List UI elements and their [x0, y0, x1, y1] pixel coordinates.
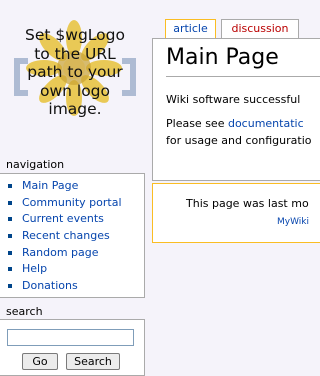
- content-text: Please see documentatic: [166, 115, 304, 133]
- sidebar-item-label[interactable]: Help: [22, 262, 47, 275]
- logo-text-line: Set $wgLogo: [25, 26, 125, 44]
- sidebar-item-main-page[interactable]: Main Page: [0, 178, 144, 195]
- go-button[interactable]: Go: [22, 353, 58, 370]
- search-portlet: Go Search: [0, 319, 145, 376]
- sidebar-item-current-events[interactable]: Current events: [0, 211, 144, 228]
- sidebar-item-label[interactable]: Random page: [22, 246, 99, 259]
- content-text-prefix: Please see: [166, 117, 228, 130]
- navigation-portlet: Main Page Community portal Current event…: [0, 173, 145, 298]
- documentation-link[interactable]: documentatic: [228, 117, 304, 130]
- search-title: search: [6, 305, 43, 318]
- bullet-icon: [8, 284, 12, 289]
- sidebar-item-help[interactable]: Help: [0, 261, 144, 278]
- logo-text: Set $wgLogo to the URL path to your own …: [4, 26, 146, 119]
- tab-article[interactable]: article: [165, 19, 216, 39]
- navigation-list: Main Page Community portal Current event…: [0, 178, 144, 295]
- sidebar-item-label[interactable]: Donations: [22, 279, 78, 292]
- sidebar-item-random-page[interactable]: Random page: [0, 245, 144, 262]
- title-divider: [166, 76, 320, 77]
- content-area: Main Page Wiki software successful Pleas…: [152, 38, 320, 181]
- sidebar-item-label[interactable]: Current events: [22, 212, 104, 225]
- bullet-icon: [8, 217, 12, 222]
- content-text: for usage and configuratio: [166, 134, 312, 147]
- about-link[interactable]: MyWiki: [277, 217, 309, 227]
- bullet-icon: [8, 200, 12, 205]
- sidebar-item-label[interactable]: Recent changes: [22, 229, 110, 242]
- bullet-icon: [8, 184, 12, 188]
- sidebar-item-community-portal[interactable]: Community portal: [0, 195, 144, 212]
- footer: This page was last mo MyWiki: [152, 183, 320, 243]
- logo-text-line: image.: [48, 100, 102, 118]
- search-button[interactable]: Search: [66, 353, 120, 370]
- logo-text-line: to the URL: [34, 44, 116, 63]
- sidebar-item-label[interactable]: Main Page: [22, 179, 78, 192]
- navigation-title: navigation: [6, 158, 65, 171]
- logo-text-line: own logo: [39, 81, 111, 100]
- sidebar-item-donations[interactable]: Donations: [0, 278, 144, 295]
- sidebar-item-label[interactable]: Community portal: [22, 196, 122, 209]
- last-modified-text: This page was last mo: [186, 197, 309, 210]
- logo-text-line: path to your: [27, 63, 123, 81]
- content-text: Wiki software successful: [166, 93, 301, 106]
- bullet-icon: [8, 267, 12, 272]
- tab-discussion[interactable]: discussion: [221, 19, 299, 38]
- bullet-icon: [8, 250, 12, 255]
- search-input[interactable]: [7, 329, 134, 346]
- site-logo[interactable]: Set $wgLogo to the URL path to your own …: [0, 18, 150, 138]
- bullet-icon: [8, 234, 12, 239]
- page-title: Main Page: [166, 45, 279, 70]
- sidebar-item-recent-changes[interactable]: Recent changes: [0, 228, 144, 245]
